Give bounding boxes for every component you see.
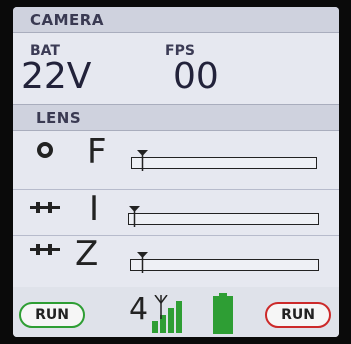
slider-ticks-icon	[30, 200, 60, 219]
row-divider	[13, 189, 339, 190]
lens-row-letter: Z	[75, 234, 99, 274]
signal-strength-icon	[150, 294, 186, 337]
iris-icon	[36, 141, 54, 163]
iris-slider-handle[interactable]	[129, 206, 140, 228]
camera-header: CAMERA	[13, 7, 339, 33]
footer-bar: RUN 4 RUN	[13, 287, 339, 337]
zoom-slider-handle[interactable]	[137, 252, 148, 274]
battery-icon	[212, 293, 234, 337]
camera-title: CAMERA	[30, 11, 104, 29]
lens-title: LENS	[36, 109, 82, 127]
row-divider	[13, 235, 339, 236]
lens-row-letter: I	[89, 189, 100, 229]
slider-ticks-icon	[30, 242, 60, 261]
channel-number: 4	[129, 292, 149, 327]
battery-value: 22V	[21, 56, 92, 97]
iris-slider[interactable]	[128, 206, 319, 227]
run-button-left[interactable]: RUN	[19, 302, 85, 328]
lens-row-letter: F	[87, 132, 107, 172]
focus-slider-handle[interactable]	[137, 150, 148, 172]
focus-slider[interactable]	[131, 150, 317, 171]
fps-value: 00	[173, 56, 219, 97]
zoom-slider[interactable]	[130, 252, 319, 273]
lens-header: LENS	[13, 104, 339, 131]
run-button-right[interactable]: RUN	[265, 302, 331, 328]
camera-screen: CAMERA BAT 22V FPS 00 LENS F I Z RUN 4 R…	[13, 7, 339, 337]
